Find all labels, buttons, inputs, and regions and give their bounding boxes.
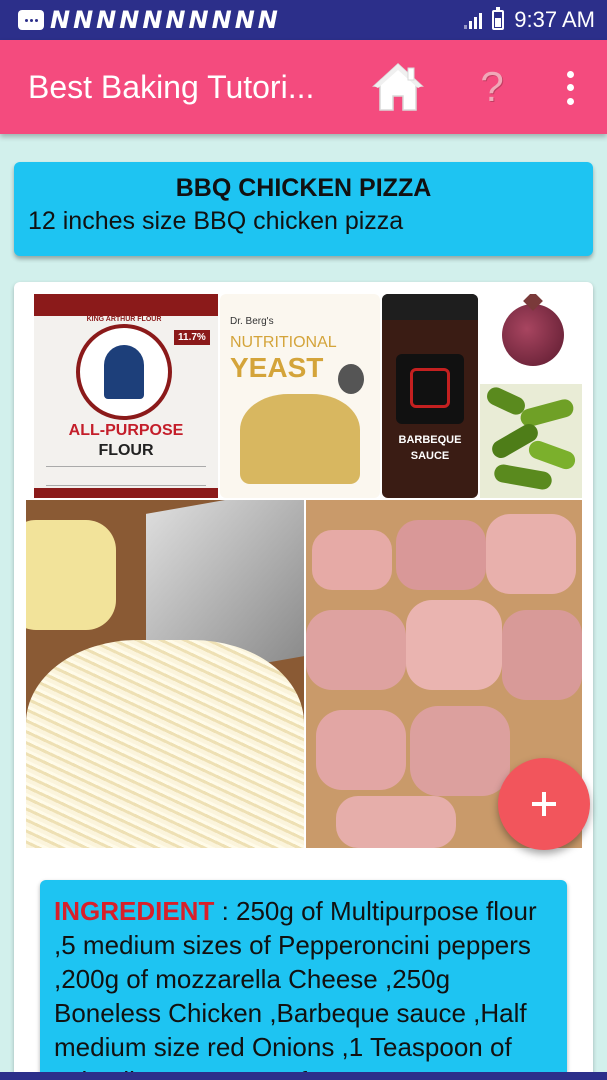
yeast-label-1: NUTRITIONAL — [230, 334, 337, 351]
shredded-cheese-image — [26, 500, 304, 848]
flour-brand: KING ARTHUR FLOUR — [86, 316, 162, 323]
help-button[interactable]: ? — [470, 60, 514, 114]
status-bar: NNNNNNNNNN 9:37 AM — [0, 0, 607, 40]
flour-label-2: FLOUR — [98, 442, 154, 459]
flour-label-1: ALL-PURPOSE — [68, 422, 184, 439]
pepperoncini-image — [480, 384, 582, 498]
add-icon — [532, 792, 556, 816]
flour-percent: 11.7% — [174, 330, 210, 345]
bbq-sauce-image: BARBEQUE SAUCE — [382, 294, 478, 498]
home-icon — [372, 62, 424, 111]
ingredient-card: INGREDIENT : 250g of Multipurpose flour … — [40, 880, 567, 1080]
yeast-label-2: YEAST — [230, 352, 324, 383]
add-button[interactable] — [498, 758, 590, 850]
recipe-subtitle: 12 inches size BBQ chicken pizza — [28, 207, 404, 235]
status-time: 9:37 AM — [514, 7, 595, 32]
navigation-bar — [0, 1072, 607, 1080]
red-onion-image — [480, 294, 582, 382]
recipe-title: BBQ CHICKEN PIZZA — [175, 174, 432, 202]
sauce-label-2: SAUCE — [410, 450, 450, 462]
home-button[interactable] — [370, 60, 426, 114]
yeast-brand: Dr. Berg's — [230, 316, 274, 327]
app-bar: Best Baking Tutori... ? — [0, 40, 607, 134]
ingredient-label: INGREDIENT — [54, 896, 215, 926]
signal-icon — [464, 11, 483, 29]
sauce-label-1: BARBEQUE — [398, 434, 462, 446]
message-icon — [18, 10, 44, 30]
overflow-menu-icon[interactable] — [556, 68, 584, 108]
flour-bag-image: KING ARTHUR FLOUR 11.7% ALL-PURPOSE FLOU… — [34, 294, 218, 498]
ingredients-photo: KING ARTHUR FLOUR 11.7% ALL-PURPOSE FLOU… — [26, 292, 582, 848]
battery-icon — [492, 7, 505, 30]
notification-icons: NNNNNNNNNN — [50, 6, 281, 34]
app-title: Best Baking Tutori... — [28, 68, 315, 105]
recipe-header-card: BBQ CHICKEN PIZZA 12 inches size BBQ chi… — [14, 162, 593, 256]
yeast-bottle-image: Dr. Berg's NUTRITIONAL YEAST — [220, 294, 380, 498]
